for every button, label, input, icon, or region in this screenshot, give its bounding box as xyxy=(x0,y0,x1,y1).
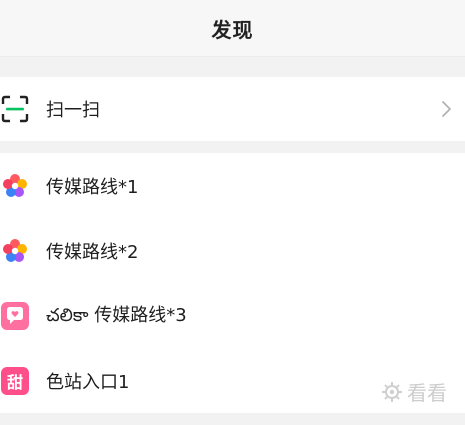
chevron-right-icon xyxy=(442,101,451,117)
apps-group: 传媒路线*1 传媒路线*2 చలికా 传媒路线*3 甜 色站入口1 xyxy=(0,153,465,413)
scan-label: 扫一扫 xyxy=(46,100,100,121)
flower-app-icon xyxy=(0,236,30,266)
scan-icon xyxy=(0,94,30,124)
app-item-label: 传媒路线*2 xyxy=(46,241,139,263)
watermark: 看看 xyxy=(381,377,447,406)
chat-bubble-app-icon xyxy=(0,301,30,331)
page-title: 发现 xyxy=(211,17,254,42)
app-item-3[interactable]: చలికా 传媒路线*3 xyxy=(0,283,465,348)
app-item-label: 色站入口1 xyxy=(46,371,130,393)
app-item-label: 传媒路线*3 xyxy=(94,305,187,326)
top-bar: 发现 xyxy=(0,0,465,57)
app-item-1[interactable]: 传媒路线*1 xyxy=(0,153,465,218)
sweet-icon-glyph: 甜 xyxy=(1,366,29,395)
app-item-text: చలికా 传媒路线*3 xyxy=(46,301,187,330)
scan-group: 扫一扫 xyxy=(0,77,465,141)
sweet-app-icon: 甜 xyxy=(0,366,30,396)
gear-icon xyxy=(382,381,402,402)
watermark-text: 看看 xyxy=(407,381,447,405)
app-item-prefix: చలికా xyxy=(46,305,89,326)
scan-entry[interactable]: 扫一扫 xyxy=(0,77,465,141)
app-item-2[interactable]: 传媒路线*2 xyxy=(0,218,465,283)
app-item-label: 传媒路线*1 xyxy=(46,176,139,198)
flower-app-icon xyxy=(0,171,30,201)
